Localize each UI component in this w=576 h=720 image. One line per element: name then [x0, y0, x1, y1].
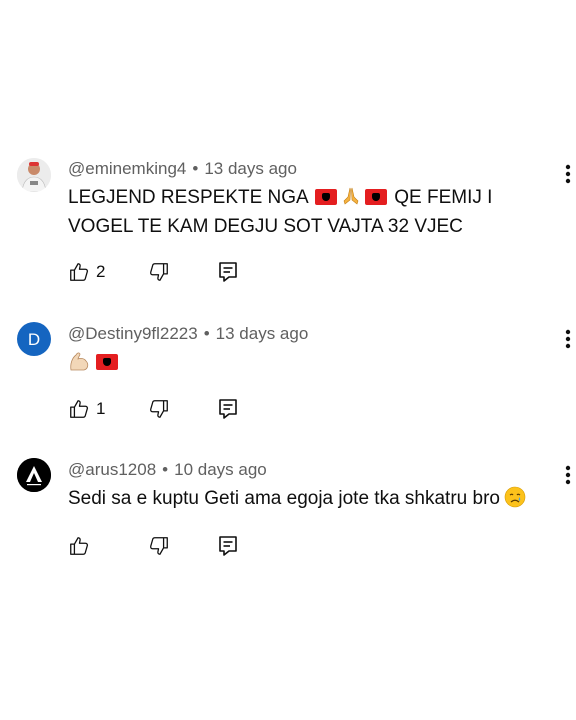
more-vert-icon [565, 329, 571, 349]
more-options-button[interactable] [556, 327, 576, 351]
thumbs-down-icon [149, 537, 168, 555]
thumbs-down-icon [149, 400, 168, 418]
dislike-button[interactable] [148, 260, 170, 284]
thumbs-up-icon [70, 537, 89, 555]
comment-meta: @arus1208 • 10 days ago [68, 460, 267, 480]
comment-meta: @eminemking4 • 13 days ago [68, 159, 297, 179]
avatar-photo-icon [17, 158, 51, 192]
comment-text-part: LEGJEND RESPEKTE NGA [68, 187, 308, 208]
like-count: 1 [96, 399, 106, 418]
like-button[interactable]: 2 [68, 260, 105, 284]
more-options-button[interactable] [556, 162, 576, 186]
reply-icon [219, 536, 237, 556]
albania-flag-icon [96, 354, 118, 370]
thumbs-up-icon [70, 400, 89, 418]
separator: • [162, 460, 169, 479]
separator: • [203, 324, 210, 343]
avatar[interactable] [17, 158, 51, 192]
comment-author[interactable]: @eminemking4 [68, 159, 186, 178]
albania-flag-icon [364, 189, 387, 205]
comment-text: LEGJEND RESPEKTE NGA QE FEMIJ I VOGEL TE… [68, 183, 518, 241]
comment-time[interactable]: 10 days ago [174, 460, 267, 479]
like-button[interactable]: 1 [68, 397, 105, 421]
dislike-button[interactable] [148, 397, 170, 421]
thumbs-down-icon [149, 263, 168, 281]
more-vert-icon [565, 465, 571, 485]
reply-button[interactable] [218, 260, 238, 284]
more-options-button[interactable] [556, 463, 576, 487]
comment-time[interactable]: 13 days ago [204, 159, 297, 178]
reply-icon [219, 262, 237, 282]
crying-face-icon [504, 486, 526, 508]
comments-page: @eminemking4 • 13 days ago LEGJEND RESPEKT… [0, 0, 576, 720]
comment-text-content: Sedi sa e kuptu Geti ama egoja jote tka … [68, 488, 500, 509]
reply-button[interactable] [218, 534, 238, 558]
thumbs-up-icon [70, 263, 89, 281]
flexed-biceps-icon [68, 350, 92, 372]
dislike-button[interactable] [148, 534, 170, 558]
reply-button[interactable] [218, 397, 238, 421]
comment-text [68, 348, 518, 377]
comment-author[interactable]: @Destiny9fl2223 [68, 324, 198, 343]
reply-icon [219, 399, 237, 419]
comment-time[interactable]: 13 days ago [216, 324, 309, 343]
like-button[interactable] [68, 534, 96, 558]
comment-text: Sedi sa e kuptu Geti ama egoja jote tka … [68, 484, 568, 513]
more-vert-icon [565, 164, 571, 184]
avatar[interactable]: D [17, 322, 51, 356]
albania-flag-icon [314, 189, 337, 205]
brand-logo-icon [17, 458, 51, 492]
comment-actions: 1 [68, 397, 268, 421]
avatar[interactable] [17, 458, 51, 492]
comment-actions [68, 534, 268, 558]
avatar-letter: D [27, 329, 41, 349]
comment-actions: 2 [68, 260, 268, 284]
folded-hands-icon [340, 186, 362, 206]
comment-meta: @Destiny9fl2223 • 13 days ago [68, 324, 308, 344]
separator: • [192, 159, 199, 178]
like-count: 2 [96, 262, 106, 281]
comment-author[interactable]: @arus1208 [68, 460, 156, 479]
